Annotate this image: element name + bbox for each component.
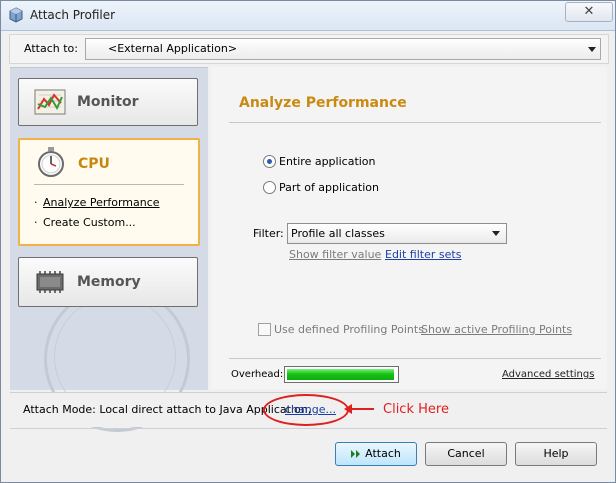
show-filter-value-link[interactable]: Show filter value xyxy=(289,248,381,261)
entire-application-radio[interactable] xyxy=(263,155,276,168)
overhead-bar-fill xyxy=(287,369,394,380)
window-title: Attach Profiler xyxy=(30,8,116,22)
attach-button-label: Attach xyxy=(365,447,401,460)
use-profiling-points-label: Use defined Profiling Points xyxy=(274,323,424,336)
memory-chip-icon xyxy=(36,271,64,293)
title-bar: Attach Profiler ✕ xyxy=(1,1,615,31)
create-custom-option[interactable]: · Create Custom... xyxy=(34,216,136,229)
attach-to-row: Attach to: <External Application> xyxy=(9,34,609,64)
heading-divider xyxy=(229,122,601,123)
cpu-button[interactable]: CPU · Analyze Performance · Create Custom.… xyxy=(18,138,200,246)
analyze-performance-label: Analyze Performance xyxy=(43,196,160,209)
cpu-label: CPU xyxy=(78,156,110,172)
click-here-annotation: Click Here xyxy=(383,402,449,417)
overhead-divider xyxy=(229,358,601,359)
app-cube-icon xyxy=(9,7,23,23)
filter-dropdown[interactable]: Profile all classes xyxy=(287,223,507,244)
attach-profiler-dialog: Attach Profiler ✕ Attach to: <External A… xyxy=(0,0,616,483)
filter-value: Profile all classes xyxy=(291,227,385,240)
use-profiling-points-checkbox[interactable] xyxy=(258,323,271,336)
close-button[interactable]: ✕ xyxy=(565,2,613,22)
footer-divider xyxy=(10,428,607,429)
monitor-chart-icon xyxy=(34,89,66,115)
overhead-bar xyxy=(284,366,399,383)
show-profiling-points-link[interactable]: Show active Profiling Points xyxy=(421,323,572,336)
dropdown-arrow-icon xyxy=(492,231,500,236)
attach-to-label: Attach to: xyxy=(24,42,78,55)
highlight-ellipse xyxy=(263,394,349,426)
advanced-settings-link[interactable]: Advanced settings xyxy=(502,369,594,380)
close-icon: ✕ xyxy=(583,4,595,19)
part-of-application-label: Part of application xyxy=(279,181,379,194)
help-button-label: Help xyxy=(543,447,569,460)
attach-to-dropdown[interactable]: <External Application> xyxy=(85,38,601,60)
panel-heading: Analyze Performance xyxy=(239,95,407,111)
settings-panel: Analyze Performance Entire application P… xyxy=(211,67,607,389)
memory-label: Memory xyxy=(77,274,141,290)
play-icon xyxy=(351,450,361,458)
monitor-button[interactable]: Monitor xyxy=(18,78,198,126)
attach-button[interactable]: Attach xyxy=(335,442,417,466)
annotation-arrow-shaft xyxy=(350,408,374,410)
profiling-mode-sidebar: Monitor CPU · Analyze Performance · Create… xyxy=(10,67,208,432)
attach-to-value: <External Application> xyxy=(108,42,238,55)
memory-button[interactable]: Memory xyxy=(18,257,198,307)
part-of-application-radio[interactable] xyxy=(263,181,276,194)
entire-application-label: Entire application xyxy=(279,155,376,168)
help-button[interactable]: Help xyxy=(515,442,597,466)
cancel-button-label: Cancel xyxy=(447,447,485,460)
cpu-separator xyxy=(34,184,184,185)
stopwatch-icon xyxy=(38,147,64,177)
overhead-label: Overhead: xyxy=(231,369,284,380)
monitor-label: Monitor xyxy=(77,94,139,110)
cancel-button[interactable]: Cancel xyxy=(425,442,507,466)
analyze-performance-option[interactable]: · Analyze Performance xyxy=(34,196,160,209)
edit-filter-sets-link[interactable]: Edit filter sets xyxy=(385,248,461,261)
filter-label: Filter: xyxy=(253,227,284,240)
dropdown-arrow-icon xyxy=(588,47,596,52)
create-custom-label: Create Custom... xyxy=(43,216,136,229)
